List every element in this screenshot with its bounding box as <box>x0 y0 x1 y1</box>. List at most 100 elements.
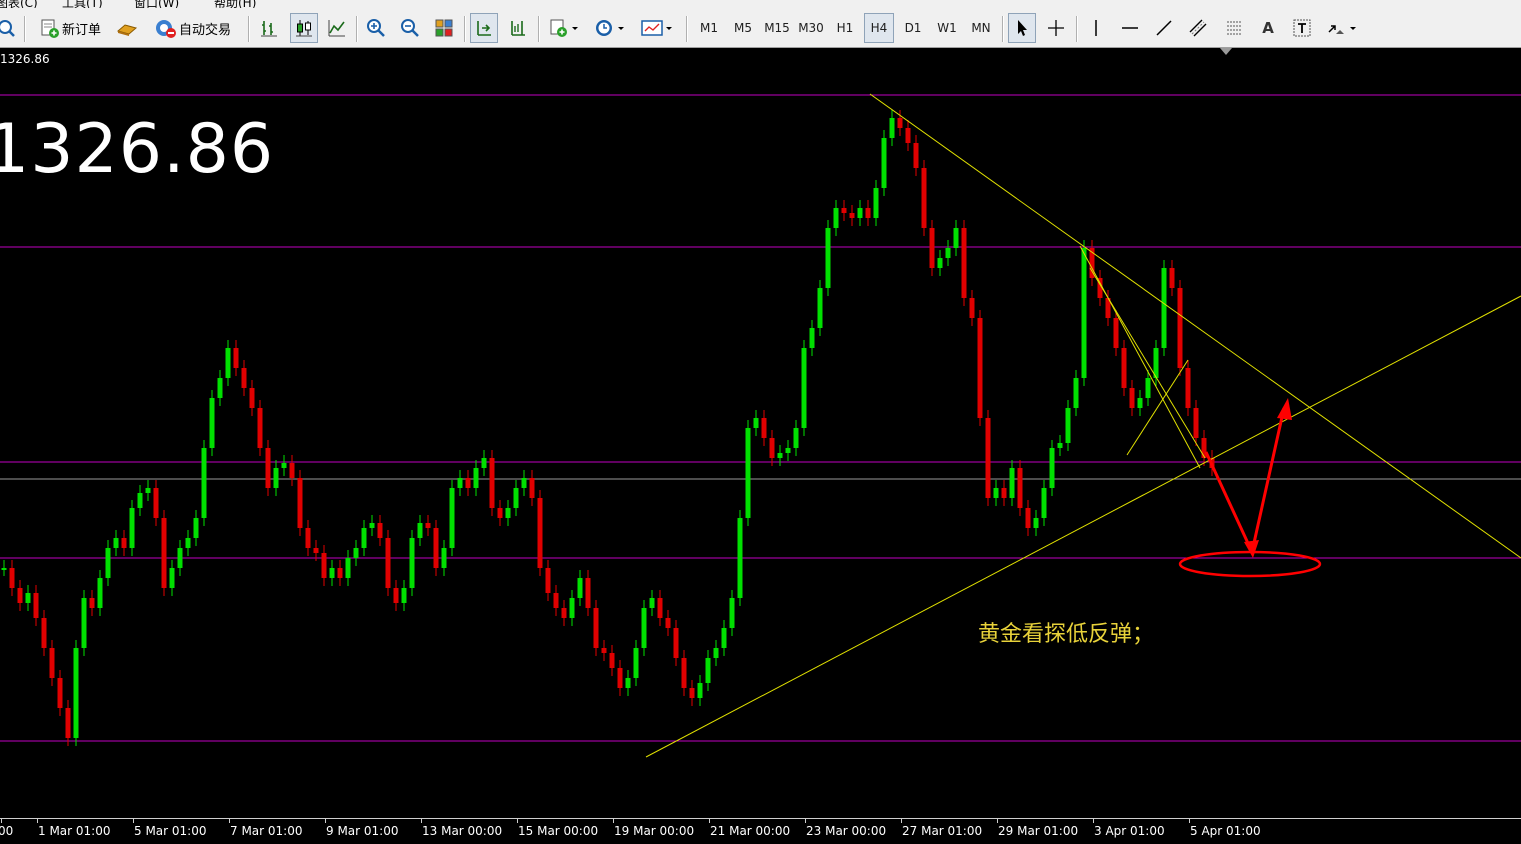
candle-body <box>193 518 199 538</box>
candle-body <box>337 568 343 578</box>
candle-body <box>297 478 303 528</box>
timeframe-m30[interactable]: M30 <box>796 13 826 43</box>
timeframe-m15[interactable]: M15 <box>762 13 792 43</box>
candle-body <box>921 168 927 228</box>
candle-body <box>681 658 687 688</box>
candle-body <box>873 188 879 218</box>
candle-body <box>825 228 831 288</box>
candle-body <box>353 548 359 558</box>
candle-body <box>409 538 415 588</box>
indicators-dropdown[interactable] <box>544 13 584 43</box>
gold-bars-icon[interactable] <box>114 13 140 43</box>
candlestick-chart-icon[interactable] <box>290 13 318 43</box>
candle-body <box>417 523 423 538</box>
fibonacci-icon[interactable] <box>1220 13 1250 43</box>
text-label-icon[interactable] <box>1288 13 1316 43</box>
time-label: 00 <box>0 824 14 838</box>
timeframe-h4[interactable]: H4 <box>864 13 894 43</box>
candle-body <box>889 118 895 138</box>
candle-body <box>377 523 383 538</box>
menu-chart[interactable]: 图表(C) <box>0 0 38 8</box>
candle-body <box>153 488 159 518</box>
timeframe-m1[interactable]: M1 <box>694 13 724 43</box>
crosshair-icon[interactable] <box>1042 13 1070 43</box>
candle-body <box>969 298 975 318</box>
time-axis: 00 1 Mar 01:00 5 Mar 01:00 7 Mar 01:00 9… <box>0 818 1521 844</box>
candle-body <box>481 458 487 468</box>
chart-shift-marker <box>1220 48 1232 55</box>
candle-body <box>81 598 87 648</box>
timeframe-mn[interactable]: MN <box>966 13 996 43</box>
candle-body <box>401 588 407 603</box>
timeframe-w1[interactable]: W1 <box>932 13 962 43</box>
text-tool-icon[interactable]: A <box>1254 13 1282 43</box>
candle-body <box>713 648 719 658</box>
candle-body <box>641 608 647 648</box>
candle-body <box>121 538 127 548</box>
candle-body <box>545 568 551 593</box>
candle-body <box>489 458 495 508</box>
auto-trade-button[interactable]: 自动交易 <box>146 13 240 43</box>
candle-body <box>561 608 567 618</box>
time-label: 7 Mar 01:00 <box>230 824 303 838</box>
menu-window[interactable]: 窗口(W) <box>134 0 179 8</box>
time-label: 3 Apr 01:00 <box>1094 824 1165 838</box>
candle-body <box>329 568 335 578</box>
candle-body <box>449 488 455 548</box>
time-label: 29 Mar 01:00 <box>998 824 1079 838</box>
candle-body <box>497 508 503 518</box>
candle-body <box>249 388 255 408</box>
candle-body <box>385 538 391 588</box>
horizontal-line-icon[interactable] <box>1116 13 1144 43</box>
new-order-button[interactable]: 新订单 <box>32 13 108 43</box>
auto-scroll-icon[interactable] <box>470 13 498 43</box>
candle-body <box>505 508 511 518</box>
candle-body <box>33 593 39 618</box>
zoom-in-icon[interactable] <box>362 13 390 43</box>
chart-shift-icon[interactable] <box>504 13 532 43</box>
candle-body <box>521 478 527 488</box>
zoom-out-icon[interactable] <box>396 13 424 43</box>
candle-body <box>97 578 103 608</box>
candle-body <box>689 688 695 698</box>
candle-body <box>617 668 623 688</box>
candle-body <box>609 653 615 668</box>
candle-body <box>1049 448 1055 488</box>
templates-dropdown[interactable] <box>636 13 678 43</box>
menu-bar: 图表(C) 工具(T) 窗口(W) 帮助(H) <box>0 0 1521 8</box>
periods-dropdown[interactable] <box>590 13 630 43</box>
line-chart-icon[interactable] <box>324 13 350 43</box>
candle-body <box>553 593 559 608</box>
candle-body <box>1185 368 1191 408</box>
candle-body <box>745 428 751 518</box>
equidistant-channel-icon[interactable] <box>1184 13 1214 43</box>
trendline-icon[interactable] <box>1150 13 1178 43</box>
candle-body <box>841 208 847 213</box>
bar-chart-icon[interactable] <box>256 13 282 43</box>
cursor-icon[interactable] <box>1008 13 1036 43</box>
falling-resistance-trendline <box>869 93 1521 559</box>
timeframe-d1[interactable]: D1 <box>898 13 928 43</box>
menu-help[interactable]: 帮助(H) <box>214 0 256 8</box>
vertical-line-icon[interactable] <box>1082 13 1110 43</box>
arrows-dropdown[interactable] <box>1322 13 1362 43</box>
time-label: 23 Mar 00:00 <box>806 824 887 838</box>
candle-body <box>769 438 775 458</box>
auto-trade-label: 自动交易 <box>178 22 231 38</box>
candle-body <box>209 398 215 448</box>
tile-windows-icon[interactable] <box>430 13 458 43</box>
price-chart[interactable]: 1326.86 1326.86 黄金看探低反弹； 00 1 Mar 01:00 … <box>0 48 1521 843</box>
candle-body <box>1025 508 1031 528</box>
candle-body <box>25 593 31 603</box>
candle-body <box>1113 318 1119 348</box>
candle-body <box>425 523 431 528</box>
timeframe-m5[interactable]: M5 <box>728 13 758 43</box>
candle-body <box>937 258 943 268</box>
menu-tools[interactable]: 工具(T) <box>62 0 103 8</box>
time-label: 15 Mar 00:00 <box>518 824 599 838</box>
timeframe-h1[interactable]: H1 <box>830 13 860 43</box>
zoom-view-icon[interactable] <box>0 13 18 43</box>
candle-body <box>1033 518 1039 528</box>
candle-body <box>729 598 735 628</box>
candle-body <box>113 538 119 548</box>
